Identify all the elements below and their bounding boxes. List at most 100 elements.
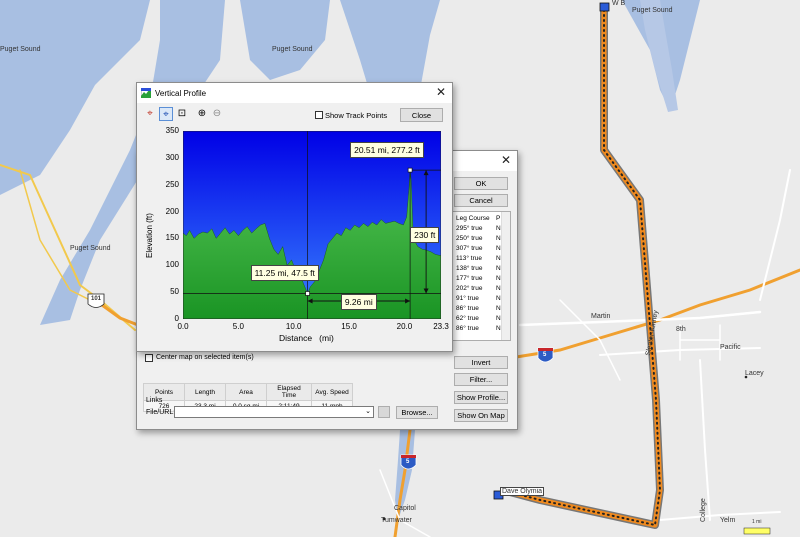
- i5-shield-label: 5: [543, 352, 547, 358]
- elevation-difference-callout: 230 ft: [410, 226, 440, 243]
- y-tick-label: 50: [170, 287, 179, 297]
- y-tick-label: 100: [165, 260, 179, 270]
- stats-header: Elapsed Time: [266, 383, 312, 401]
- map-scale-label: 1 mi: [752, 519, 762, 525]
- cancel-button[interactable]: Cancel: [454, 194, 508, 207]
- select-tool-icon[interactable]: ⌖: [159, 107, 173, 121]
- map-label-lacey: Lacey: [745, 370, 764, 377]
- show-on-map-button[interactable]: Show On Map: [454, 409, 508, 422]
- map-label-puget-sound: Puget Sound: [0, 46, 41, 53]
- close-icon[interactable]: ✕: [501, 153, 511, 167]
- leg-p-item: N: [496, 325, 501, 332]
- stats-header: Avg. Speed: [311, 383, 353, 401]
- file-url-combobox[interactable]: ⌄: [174, 406, 374, 418]
- leg-p-item: N: [496, 235, 501, 242]
- browse-button[interactable]: Browse...: [396, 406, 438, 419]
- vertical-profile-dialog: Vertical Profile ✕ ⌖ ⌖ ⊡ ⊕ ⊖ Show Track …: [136, 82, 453, 352]
- map-label-puget-sound: Puget Sound: [70, 245, 111, 252]
- vertical-profile-titlebar: Vertical Profile ✕: [137, 83, 452, 103]
- leg-p-item: N: [496, 245, 501, 252]
- leg-course-item[interactable]: 91° true: [456, 295, 479, 302]
- leg-p-item: N: [496, 255, 501, 262]
- leg-list-scrollbar[interactable]: [501, 212, 510, 340]
- elevation-marker: [305, 291, 310, 296]
- leg-course-item[interactable]: 86° true: [456, 305, 479, 312]
- leg-p-item: N: [496, 265, 501, 272]
- leg-p-item: N: [496, 315, 501, 322]
- leg-p-item: N: [496, 225, 501, 232]
- x-axis-label: Distance (mi): [279, 333, 334, 343]
- x-tick-label: 20.0: [396, 322, 413, 331]
- center-map-checkbox[interactable]: [145, 354, 153, 362]
- leg-course-list[interactable]: Leg Course P 295° true N 250° true N 307° tr…: [452, 211, 511, 341]
- zoom-out-icon[interactable]: ⊖: [210, 107, 224, 121]
- zoom-box-icon[interactable]: ⊡: [175, 107, 189, 121]
- leg-p-item: N: [496, 275, 501, 282]
- file-url-label: File/URL:: [146, 409, 176, 416]
- y-tick-label: 300: [165, 152, 179, 162]
- vertical-profile-title: Vertical Profile: [155, 89, 207, 98]
- show-track-points-checkbox[interactable]: [315, 111, 323, 119]
- leg-p-header[interactable]: P: [496, 215, 500, 222]
- x-tick-label: 0.0: [177, 322, 189, 331]
- crosshair-tool-icon[interactable]: ⌖: [143, 107, 157, 121]
- x-tick-label: 5.0: [232, 322, 244, 331]
- open-link-button[interactable]: [378, 406, 390, 418]
- leg-course-item[interactable]: 62° true: [456, 315, 479, 322]
- map-label-college: College: [700, 498, 707, 522]
- map-label-8th: 8th: [676, 326, 686, 333]
- show-profile-button[interactable]: Show Profile...: [454, 391, 508, 404]
- leg-course-item[interactable]: 138° true: [456, 265, 482, 272]
- leg-p-item: N: [496, 295, 501, 302]
- elevation-profile-chart[interactable]: [183, 131, 441, 319]
- map-label-puget-sound: Puget Sound: [272, 46, 313, 53]
- min-elevation-callout: 11.25 mi, 47.5 ft: [250, 265, 319, 282]
- ok-button[interactable]: OK: [454, 177, 508, 190]
- map-label-martin: Martin: [591, 313, 611, 320]
- leg-course-item[interactable]: 307° true: [456, 245, 482, 252]
- y-tick-label: 200: [165, 206, 179, 216]
- stats-header: Length: [184, 383, 226, 401]
- close-icon[interactable]: ✕: [436, 85, 446, 99]
- leg-p-item: N: [496, 305, 501, 312]
- leg-course-header[interactable]: Leg Course: [456, 215, 490, 222]
- center-map-label: Center map on selected item(s): [156, 354, 254, 361]
- leg-course-item[interactable]: 113° true: [456, 255, 482, 262]
- y-tick-label: 250: [165, 179, 179, 189]
- leg-course-item[interactable]: 202° true: [456, 285, 482, 292]
- show-track-points-label: Show Track Points: [325, 111, 388, 120]
- leg-course-item[interactable]: 250° true: [456, 235, 482, 242]
- map-label-tumwater: Tumwater: [381, 517, 412, 524]
- map-label-pacific: Pacific: [720, 344, 741, 351]
- y-axis-label: Elevation (ft): [145, 213, 154, 258]
- leg-course-item[interactable]: 295° true: [456, 225, 482, 232]
- links-label: Links: [146, 397, 163, 404]
- map-label-puget-sound: Puget Sound: [632, 7, 673, 14]
- zoom-in-icon[interactable]: ⊕: [195, 107, 209, 121]
- map-label-yelm: Yelm: [720, 517, 736, 524]
- scale-bar: [743, 527, 771, 535]
- map-label-wb: W B: [612, 0, 626, 7]
- elevation-marker: [407, 167, 413, 173]
- invert-button[interactable]: Invert: [454, 356, 508, 369]
- leg-course-item[interactable]: 177° true: [456, 275, 482, 282]
- x-tick-label: 10.0: [285, 322, 302, 331]
- distance-difference-callout: 9.26 mi: [340, 294, 377, 310]
- map-label-dave-olymia[interactable]: Dave Olymia: [500, 487, 545, 496]
- filter-button[interactable]: Filter...: [454, 373, 508, 386]
- map-label-capitol: Capitol: [394, 505, 416, 512]
- i5-shield-label: 5: [406, 459, 410, 465]
- chevron-down-icon[interactable]: ⌄: [365, 407, 371, 415]
- leg-p-item: N: [496, 285, 501, 292]
- y-tick-label: 150: [165, 233, 179, 243]
- x-tick-label: 15.0: [341, 322, 357, 331]
- us101-shield-label: 101: [91, 296, 102, 302]
- x-tick-label: 23.3: [433, 322, 449, 331]
- leg-course-item[interactable]: 86° true: [456, 325, 479, 332]
- close-button[interactable]: Close: [400, 108, 443, 122]
- max-elevation-callout: 20.51 mi, 277.2 ft: [350, 142, 424, 159]
- waypoint-start-icon: [599, 2, 610, 12]
- profile-app-icon: [141, 88, 151, 98]
- stats-header: Area: [225, 383, 267, 401]
- y-tick-label: 350: [165, 126, 179, 135]
